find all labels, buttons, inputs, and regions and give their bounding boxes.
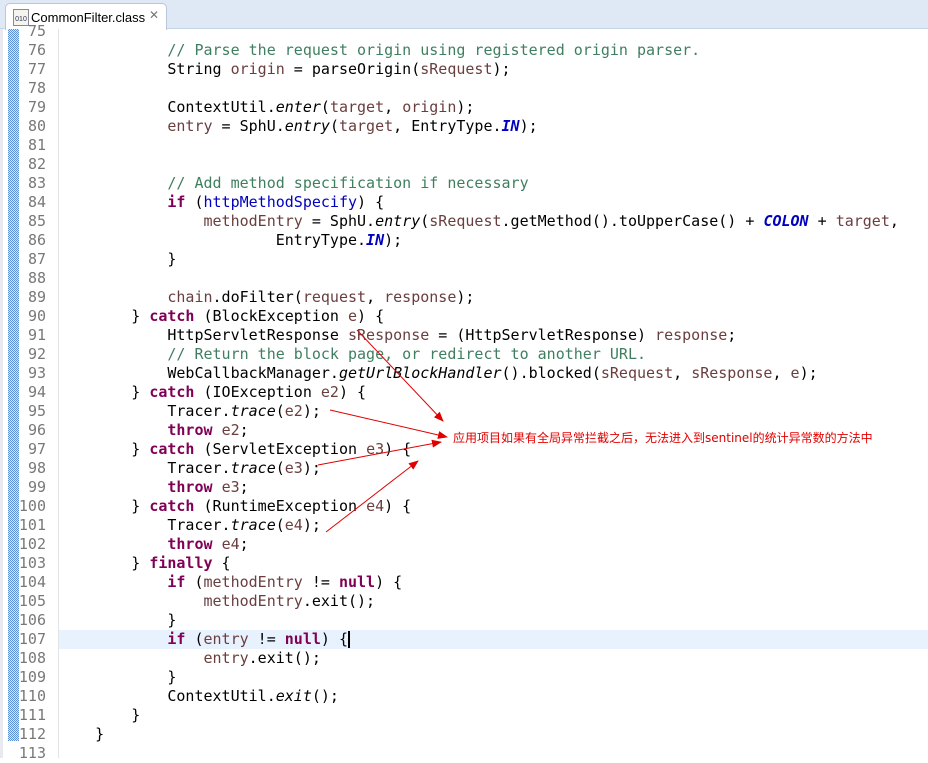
annotation-note: 应用项目如果有全局异常拦截之后，无法进入到sentinel的统计异常数的方法中 (453, 431, 873, 445)
arrow-2 (329, 409, 448, 439)
arrow-3 (317, 439, 442, 466)
arrow-1 (356, 329, 444, 422)
arrow-4 (325, 460, 419, 533)
annotation-arrows (317, 329, 448, 533)
